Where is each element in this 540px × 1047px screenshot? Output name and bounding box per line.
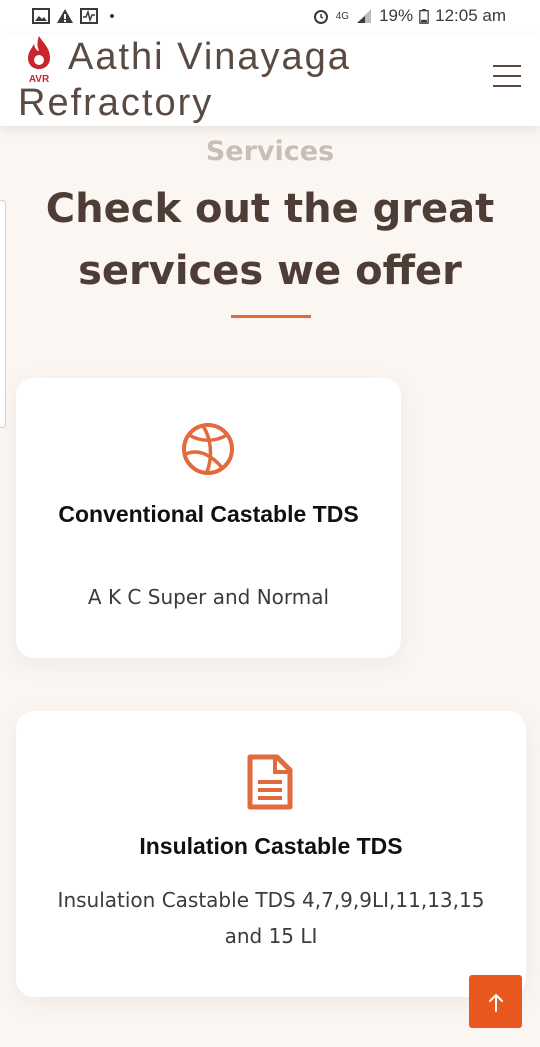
status-right: 4G 19% 12:05 am [312, 6, 506, 26]
network-label: 4G [335, 10, 350, 22]
clock: 12:05 am [435, 6, 506, 25]
image-icon [32, 8, 50, 24]
warning-icon [57, 9, 73, 23]
battery-percent: 19% [379, 6, 414, 25]
service-card-title[interactable]: Insulation Castable TDS [16, 832, 526, 861]
service-card-description: Insulation Castable TDS 4,7,9,9LI,11,13,… [57, 888, 485, 948]
arrow-up-icon [488, 993, 503, 1012]
site-header: AVR Aathi Vinayaga Refractory [0, 34, 540, 126]
alarm-icon [313, 10, 328, 24]
activity-icon [80, 8, 98, 24]
brand-name-line1[interactable]: Aathi Vinayaga [68, 36, 351, 79]
battery-icon [419, 8, 429, 24]
dot-icon [110, 14, 114, 18]
side-panel-edge [0, 200, 6, 428]
brand-name-line2[interactable]: Refractory [18, 82, 213, 125]
status-left [32, 8, 114, 24]
section-divider [231, 315, 311, 318]
service-card-title[interactable]: Conventional Castable TDS [16, 500, 401, 529]
service-card-insulation[interactable]: Insulation Castable TDS Insulation Casta… [16, 711, 526, 997]
signal-icon [357, 9, 372, 23]
section-label: Services [205, 136, 335, 167]
service-card-description: A K C Super and Normal [87, 585, 330, 609]
status-bar: 4G 19% 12:05 am [0, 0, 540, 34]
document-icon [247, 754, 293, 810]
hamburger-menu-icon[interactable] [493, 65, 521, 89]
flame-logo-icon[interactable]: AVR [24, 34, 54, 84]
service-card-conventional[interactable]: Conventional Castable TDS A K C Super an… [16, 378, 401, 658]
section-headline: Check out the great services we offer [45, 186, 495, 294]
scroll-to-top-button[interactable] [469, 975, 522, 1028]
basketball-icon [182, 423, 234, 475]
